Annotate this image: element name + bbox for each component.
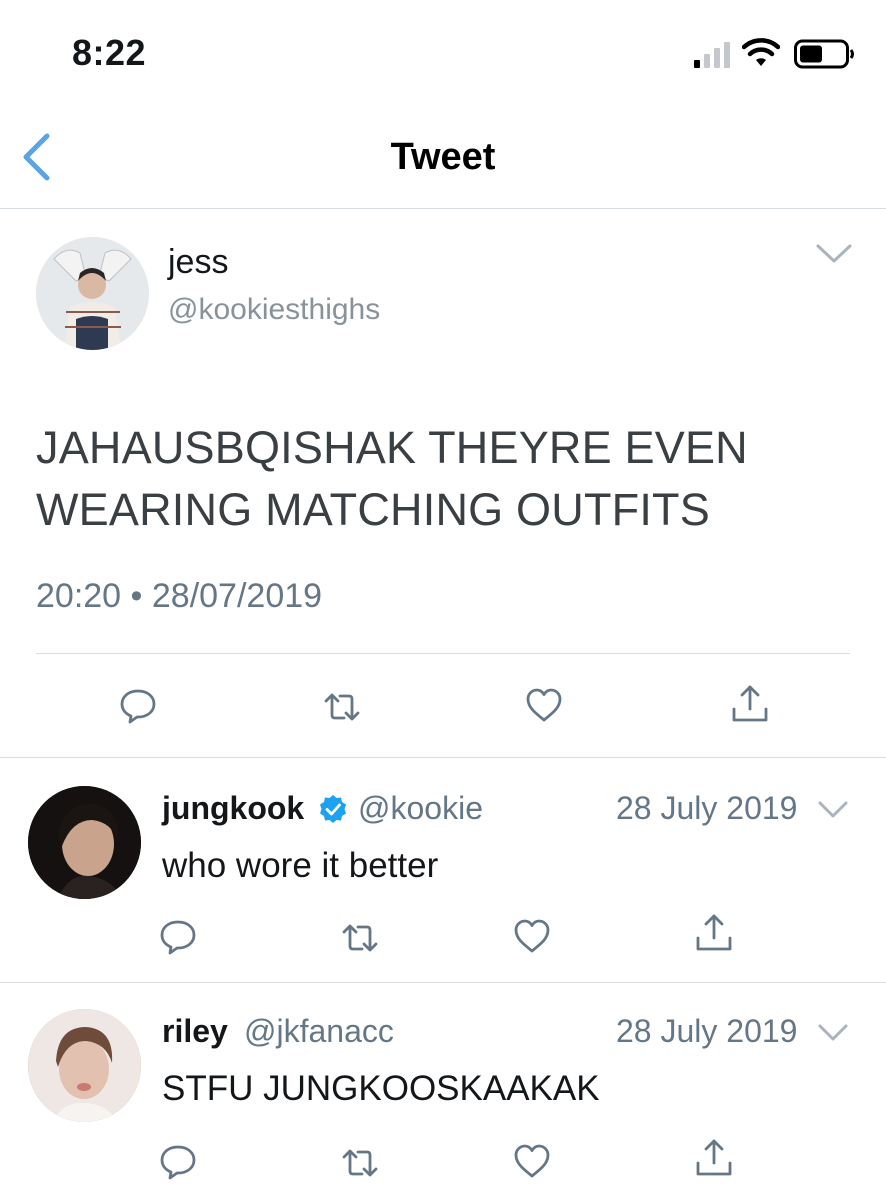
like-icon[interactable]	[512, 916, 552, 956]
verified-badge-icon	[320, 795, 346, 823]
avatar-image	[28, 786, 141, 899]
like-icon[interactable]	[524, 685, 564, 725]
wifi-icon	[742, 38, 780, 66]
reply-icon[interactable]	[158, 1141, 198, 1181]
status-bar: 8:22	[0, 0, 886, 110]
tweet-text-line: JAHAUSBQISHAK THEYRE EVEN	[36, 422, 748, 473]
reply-date: 28 July 2019	[616, 790, 798, 826]
avatar-image	[36, 237, 149, 350]
cellular-signal-icon	[694, 42, 730, 68]
share-icon[interactable]	[694, 912, 734, 952]
tweet-text: JAHAUSBQISHAK THEYRE EVEN WEARING MATCHI…	[36, 417, 836, 541]
author-name[interactable]: jess	[168, 243, 228, 282]
battery-icon	[794, 39, 854, 69]
reply-icon[interactable]	[118, 685, 158, 725]
reply-tweet[interactable]: riley @jkfanacc 28 July 2019 STFU JUNGKO…	[0, 983, 886, 1200]
share-icon[interactable]	[694, 1137, 734, 1177]
avatar[interactable]	[28, 786, 141, 899]
like-icon[interactable]	[512, 1141, 552, 1181]
reply-text: who wore it better	[162, 846, 439, 885]
divider	[36, 653, 850, 654]
page-title: Tweet	[390, 136, 496, 178]
reply-author-handle[interactable]: @jkfanacc	[244, 1013, 394, 1050]
tweet-timestamp: 20:20 • 28/07/2019	[36, 577, 323, 615]
avatar-image	[28, 1009, 141, 1122]
tweet-text-line: WEARING MATCHING OUTFITS	[36, 484, 710, 535]
retweet-icon[interactable]	[340, 1143, 380, 1183]
avatar[interactable]	[36, 237, 149, 350]
reply-author-name[interactable]: jungkook	[162, 790, 304, 827]
chevron-down-icon[interactable]	[818, 800, 848, 820]
reply-text: STFU JUNGKOOSKAAKAK	[162, 1069, 600, 1108]
retweet-icon[interactable]	[322, 687, 362, 727]
main-tweet: jess @kookiesthighs JAHAUSBQISHAK THEYRE…	[0, 209, 886, 758]
author-handle[interactable]: @kookiesthighs	[168, 293, 380, 327]
status-time: 8:22	[72, 32, 147, 73]
navigation-bar: Tweet	[0, 110, 886, 209]
reply-icon[interactable]	[158, 916, 198, 956]
avatar[interactable]	[28, 1009, 141, 1122]
reply-author-name[interactable]: riley	[162, 1013, 228, 1050]
reply-author-handle[interactable]: @kookie	[358, 790, 483, 827]
reply-date: 28 July 2019	[616, 1013, 798, 1049]
reply-tweet[interactable]: jungkook @kookie 28 July 2019 who wore i…	[0, 758, 886, 983]
retweet-icon[interactable]	[340, 918, 380, 958]
chevron-down-icon[interactable]	[816, 243, 852, 265]
chevron-down-icon[interactable]	[818, 1023, 848, 1043]
share-icon[interactable]	[730, 683, 770, 723]
